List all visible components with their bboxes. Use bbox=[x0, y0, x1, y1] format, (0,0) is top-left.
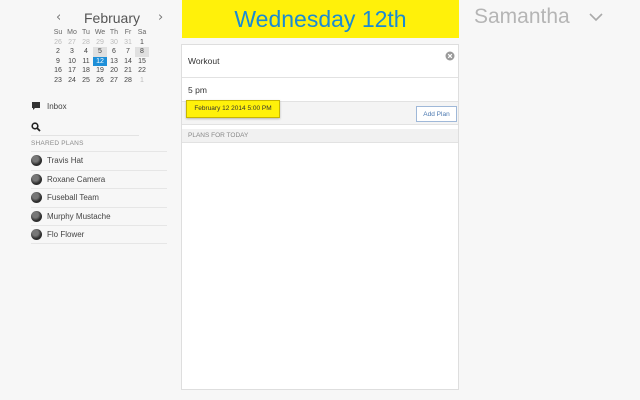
shared-plan-label: Roxane Camera bbox=[47, 174, 106, 184]
calendar-day[interactable]: 29 bbox=[93, 38, 107, 48]
calendar-day[interactable]: 12 bbox=[93, 56, 107, 67]
chat-bubble-icon bbox=[32, 102, 40, 110]
calendar-day[interactable]: 30 bbox=[107, 38, 121, 48]
calendar-day[interactable]: 25 bbox=[79, 76, 93, 86]
calendar-day[interactable]: 15 bbox=[135, 57, 149, 67]
chevron-down-icon[interactable] bbox=[589, 12, 603, 22]
calendar-day[interactable]: 1 bbox=[135, 76, 149, 86]
search-bar bbox=[31, 118, 139, 136]
avatar bbox=[31, 155, 42, 167]
date-suggestion[interactable]: February 12 2014 5:00 PM bbox=[186, 100, 280, 118]
calendar-day[interactable]: 18 bbox=[79, 66, 93, 76]
weekday-label: Su bbox=[53, 29, 63, 36]
calendar-day[interactable]: 13 bbox=[107, 57, 121, 67]
avatar bbox=[31, 228, 42, 240]
avatar bbox=[31, 210, 42, 222]
calendar-grid: Su Mo Tu We Th Fr Sa 26 27 28 29 30 31 1 2 3 4 5 6 7 8 9 10 11 1… bbox=[51, 28, 149, 86]
clear-icon[interactable] bbox=[445, 51, 455, 61]
add-plan-button[interactable]: Add Plan bbox=[416, 106, 457, 122]
shared-plan-label: Fuseball Team bbox=[47, 193, 99, 203]
plans-for-today-list bbox=[182, 143, 458, 389]
shared-plan-item[interactable]: Travis Hat bbox=[31, 151, 167, 170]
sidebar-item-label: Inbox bbox=[47, 101, 67, 111]
calendar-day[interactable]: 3 bbox=[65, 47, 79, 57]
weekday-label: Th bbox=[109, 29, 119, 36]
calendar-day[interactable]: 24 bbox=[65, 76, 79, 86]
shared-plans-heading: SHARED PLANS bbox=[31, 140, 84, 147]
calendar-day[interactable]: 5 bbox=[93, 47, 107, 57]
shared-plan-label: Flo Flower bbox=[47, 229, 85, 239]
plan-panel: Workout Add Plan February 12 2014 5:00 P… bbox=[181, 44, 459, 390]
avatar bbox=[31, 173, 42, 185]
plan-title-field[interactable]: Workout bbox=[182, 45, 458, 78]
calendar-day[interactable]: 27 bbox=[107, 76, 121, 86]
calendar-day[interactable]: 19 bbox=[93, 66, 107, 76]
weekday-label: Fr bbox=[124, 29, 132, 36]
calendar-day[interactable]: 28 bbox=[121, 76, 135, 86]
calendar-day[interactable]: 11 bbox=[79, 57, 93, 67]
weekday-label: Sa bbox=[137, 29, 147, 36]
calendar-day[interactable]: 31 bbox=[121, 38, 135, 48]
shared-plan-item[interactable]: Flo Flower bbox=[31, 225, 167, 244]
calendar-day[interactable]: 10 bbox=[65, 57, 79, 67]
date-banner: Wednesday 12th bbox=[182, 0, 459, 38]
calendar-day[interactable]: 17 bbox=[65, 66, 79, 76]
calendar-day[interactable]: 1 bbox=[135, 38, 149, 48]
current-date: Wednesday 12th bbox=[234, 6, 407, 32]
calendar-day[interactable]: 6 bbox=[107, 47, 121, 57]
calendar-day[interactable]: 4 bbox=[79, 47, 93, 57]
prev-month-button[interactable]: ‹ bbox=[56, 9, 61, 27]
plans-for-today-heading: PLANS FOR TODAY bbox=[182, 129, 458, 143]
time-input[interactable] bbox=[188, 85, 428, 95]
calendar-day[interactable]: 8 bbox=[135, 47, 149, 57]
shared-plan-item[interactable]: Roxane Camera bbox=[31, 169, 167, 189]
calendar-day[interactable]: 23 bbox=[51, 76, 65, 86]
weekday-label: We bbox=[94, 29, 106, 36]
calendar-month: February bbox=[83, 10, 141, 26]
shared-plan-item[interactable]: Fuseball Team bbox=[31, 188, 167, 207]
weekday-label: Tu bbox=[82, 29, 90, 36]
calendar-header: ‹ February › bbox=[50, 9, 170, 27]
shared-plan-label: Murphy Mustache bbox=[47, 211, 111, 221]
calendar-day[interactable]: 9 bbox=[51, 57, 65, 67]
next-month-button[interactable]: › bbox=[158, 9, 163, 27]
calendar-day[interactable]: 22 bbox=[135, 66, 149, 76]
calendar-day[interactable]: 28 bbox=[79, 38, 93, 48]
sidebar: ‹ February › Su Mo Tu We Th Fr Sa 26 27 28 29 30 31 1… bbox=[28, 0, 168, 400]
sidebar-item-inbox[interactable]: Inbox bbox=[31, 97, 139, 115]
calendar-day[interactable]: 26 bbox=[51, 38, 65, 48]
time-field bbox=[182, 79, 458, 101]
search-input[interactable] bbox=[47, 122, 133, 131]
search-icon bbox=[31, 121, 41, 132]
calendar-day[interactable]: 27 bbox=[65, 38, 79, 48]
shared-plans-list: Travis Hat Roxane Camera Fuseball Team Murp… bbox=[31, 151, 167, 244]
avatar bbox=[31, 192, 42, 204]
calendar-day[interactable]: 20 bbox=[107, 66, 121, 76]
shared-plan-item[interactable]: Murphy Mustache bbox=[31, 206, 167, 226]
calendar-day[interactable]: 2 bbox=[51, 47, 65, 57]
weekday-label: Mo bbox=[67, 29, 77, 36]
user-name[interactable]: Samantha bbox=[474, 5, 570, 29]
calendar-day[interactable]: 16 bbox=[51, 66, 65, 76]
shared-plan-label: Travis Hat bbox=[47, 156, 84, 166]
calendar-day[interactable]: 7 bbox=[121, 47, 135, 57]
calendar-day[interactable]: 21 bbox=[121, 66, 135, 76]
calendar-day[interactable]: 14 bbox=[121, 57, 135, 67]
calendar-day[interactable]: 26 bbox=[93, 76, 107, 86]
